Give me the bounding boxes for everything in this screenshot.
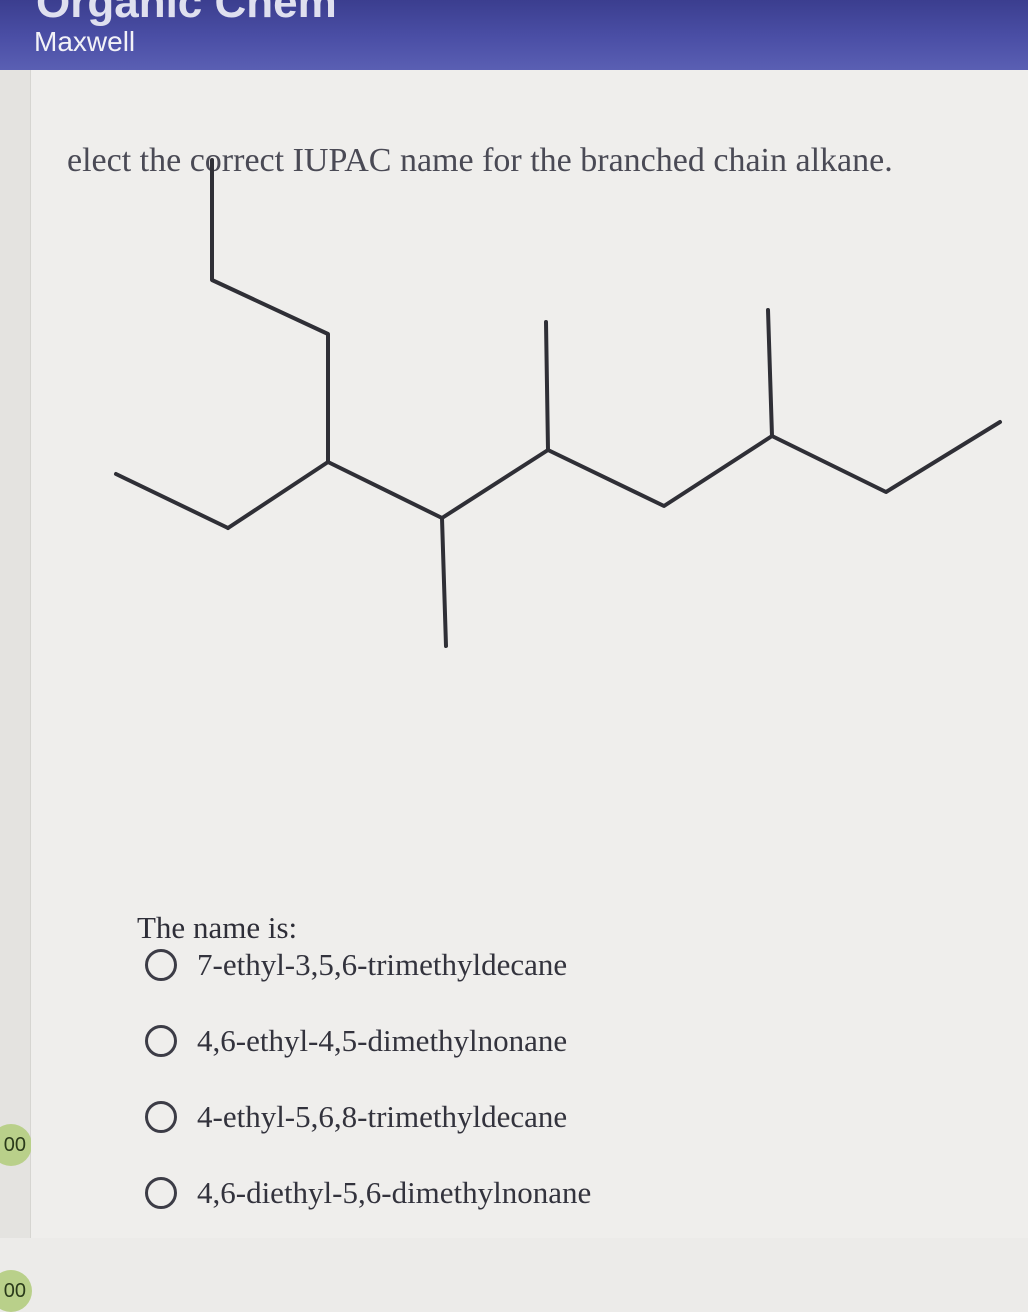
user-name[interactable]: Maxwell (34, 26, 135, 58)
question-card: elect the correct IUPAC name for the bra… (31, 70, 1028, 1238)
answer-option-3[interactable]: 4-ethyl-5,6,8-trimethyldecane (145, 1094, 567, 1140)
radio-button[interactable] (145, 1177, 177, 1209)
header-band: Organic Chem Maxwell (0, 0, 1028, 70)
bond-methyl-down (440, 516, 448, 648)
radio-button[interactable] (145, 949, 177, 981)
answer-option-1[interactable]: 7-ethyl-3,5,6-trimethyldecane (145, 942, 567, 988)
score-badge[interactable]: 00 (0, 1124, 32, 1166)
bond-left-to-branch (226, 460, 330, 530)
option-label: 4,6-diethyl-5,6-dimethylnonane (197, 1175, 592, 1210)
bond-upper-branch (210, 158, 330, 464)
bond-methyl-up-2 (766, 308, 774, 438)
option-label: 4-ethyl-5,6,8-trimethyldecane (197, 1099, 568, 1134)
answer-heading: The name is: (137, 910, 298, 945)
option-label: 4,6-ethyl-4,5-dimethylnonane (197, 1023, 568, 1058)
option-label: 7-ethyl-3,5,6-trimethyldecane (197, 947, 568, 982)
radio-button[interactable] (145, 1101, 177, 1133)
bond-left-terminal (114, 472, 230, 530)
score-badge[interactable]: 00 (0, 1270, 32, 1312)
answer-option-4[interactable]: 4,6-diethyl-5,6-dimethylnonane (145, 1170, 591, 1216)
skeletal-structure-diagram (114, 158, 1002, 648)
bond-methyl-up-1 (544, 320, 550, 452)
answer-option-2[interactable]: 4,6-ethyl-4,5-dimethylnonane (145, 1018, 567, 1064)
left-sidebar: 00 00 (0, 70, 32, 1312)
bond-main-chain (326, 420, 1002, 520)
radio-button[interactable] (145, 1025, 177, 1057)
app-title: Organic Chem (36, 0, 337, 27)
